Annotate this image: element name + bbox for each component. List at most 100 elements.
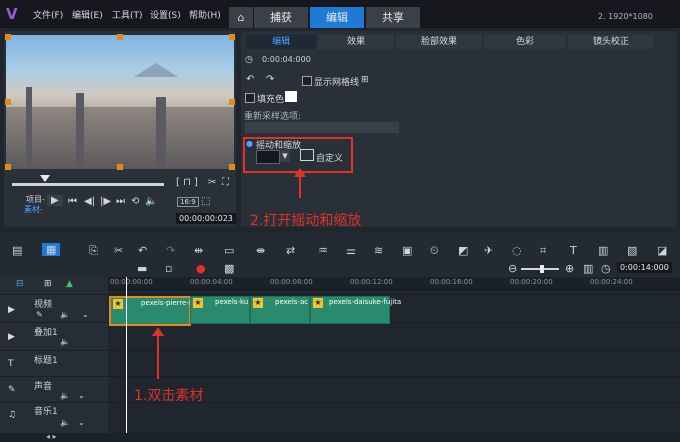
tab-options-edit[interactable]: 编辑 (246, 35, 316, 49)
home-icon[interactable]: ⌂ (229, 7, 253, 28)
home-start-icon[interactable]: ⏮ (68, 196, 77, 207)
zoom-in-icon[interactable]: ⊕ (565, 262, 574, 275)
scroll-left-icon[interactable]: ◂ ▸ (46, 432, 57, 441)
tab-options-effect[interactable]: 效果 (318, 35, 394, 49)
audio-mix-icon[interactable]: ⇄ (286, 244, 295, 257)
color-grade-icon[interactable]: ▥ (598, 244, 608, 257)
marker-icon[interactable]: ▲ (66, 279, 73, 289)
tab-options-face[interactable]: 脸部效果 (396, 35, 482, 49)
resample-select[interactable] (245, 122, 399, 133)
multicam-icon[interactable]: ▣ (402, 244, 412, 257)
track-icon[interactable]: ≋ (374, 244, 383, 257)
record-icon[interactable]: ▬ (137, 262, 147, 275)
scissors-icon[interactable]: ✂ (114, 244, 123, 257)
radio-dot[interactable]: ● (246, 139, 253, 148)
preview-video[interactable] (6, 35, 234, 169)
split-icon[interactable]: ✂ (208, 177, 216, 188)
tracking-icon[interactable]: ◌ (512, 244, 522, 257)
clip-mode[interactable]: 素材- (24, 204, 43, 215)
title-icon[interactable]: ▭ (224, 244, 234, 257)
snapshot-icon[interactable]: ▩ (224, 262, 234, 275)
preview-timecode[interactable]: 00:00:00:023 (176, 213, 236, 224)
volume-icon[interactable]: 🔈 (60, 337, 70, 346)
project-duration[interactable]: 0:00:14:000 (617, 262, 672, 273)
mic-icon[interactable]: ● (196, 262, 206, 275)
export-icon[interactable]: ▧ (627, 244, 637, 257)
mixer-icon[interactable]: ♒ (318, 244, 328, 257)
crop-handle[interactable] (117, 34, 123, 40)
trim-icon[interactable]: [ ⊓ ] (176, 177, 198, 188)
chevron-down-icon[interactable]: ⌄ (78, 418, 85, 427)
fullscreen-icon[interactable]: ◪ (657, 244, 667, 257)
edit-icon[interactable]: ✎ (36, 310, 43, 319)
crop-handle[interactable] (5, 34, 11, 40)
menu-settings[interactable]: 设置(S) (150, 8, 181, 21)
prev-frame-icon[interactable]: ◀| (84, 196, 95, 207)
rotate-left-icon[interactable]: ↶ (246, 74, 254, 85)
pan-zoom-preset[interactable] (256, 150, 280, 164)
redo-icon[interactable]: ↷ (166, 244, 175, 257)
resolution-select-icon[interactable]: ⬚ (201, 196, 210, 207)
volume-icon[interactable]: 🔈 (145, 196, 157, 207)
track-manager-icon[interactable]: ⊟ (16, 279, 24, 289)
custom-button[interactable]: 自定义 (316, 151, 343, 164)
menu-help[interactable]: 帮助(H) (189, 8, 221, 21)
motion-icon[interactable]: ✈ (484, 244, 493, 257)
tab-options-lens[interactable]: 镜头校正 (568, 35, 654, 49)
crop-handle[interactable] (229, 164, 235, 170)
split-icon[interactable]: ⇹ (194, 244, 203, 257)
waveform-icon[interactable]: ⚌ (346, 244, 356, 257)
zoom-out-icon[interactable]: ⊖ (508, 262, 517, 275)
menu-file[interactable]: 文件(F) (33, 8, 63, 21)
crop-handle[interactable] (229, 34, 235, 40)
undo-icon[interactable]: ↶ (138, 244, 147, 257)
play-icon[interactable]: ▶ (47, 195, 63, 206)
chapter-icon[interactable]: ⊞ (44, 279, 52, 289)
chevron-down-icon[interactable]: ▼ (280, 150, 290, 162)
fill-color-checkbox[interactable] (245, 93, 255, 103)
scrubber-bar[interactable] (12, 183, 164, 186)
fill-color-swatch[interactable] (285, 91, 297, 102)
tab-options-color[interactable]: 色彩 (484, 35, 566, 49)
timeline-view-icon[interactable]: ▦ (42, 243, 61, 256)
crop-handle[interactable] (5, 164, 11, 170)
video-clip[interactable]: ★ pexels-ac (250, 296, 310, 324)
rotate-right-icon[interactable]: ↷ (266, 74, 274, 85)
custom-icon[interactable] (300, 149, 314, 161)
audio-icon[interactable]: ⇼ (256, 244, 265, 257)
zoom-slider-knob[interactable] (540, 265, 544, 273)
3d-title-icon[interactable]: T (570, 244, 577, 257)
duration-field[interactable]: 0:00:04:000 (262, 55, 311, 64)
speed-icon[interactable]: ⏲ (430, 244, 439, 258)
menu-tools[interactable]: 工具(T) (112, 8, 143, 21)
aspect-ratio[interactable]: 16:9 (177, 197, 199, 207)
video-clip[interactable]: ★ pexels-daisuke-fujita (310, 296, 401, 324)
tab-share[interactable]: 共享 (366, 7, 420, 28)
end-icon[interactable]: ⏭ (116, 196, 125, 207)
video-clip[interactable]: ★ pexels-pierre-l (109, 296, 191, 326)
chevron-down-icon[interactable]: ⌄ (78, 391, 85, 400)
stabilize-icon[interactable]: ⌗ (540, 244, 546, 258)
video-clip[interactable]: ★ pexels-ku (190, 296, 250, 324)
volume-icon[interactable]: 🔈 (60, 391, 70, 400)
timeline-scrollbar[interactable] (0, 433, 680, 442)
show-grid-checkbox[interactable] (302, 76, 312, 86)
crop-handle[interactable] (117, 164, 123, 170)
tab-capture[interactable]: 捕获 (254, 7, 308, 28)
capture-icon[interactable]: ▫ (165, 262, 172, 275)
mask-icon[interactable]: ◩ (458, 244, 468, 257)
fit-icon[interactable]: ▥ (583, 262, 593, 275)
expand-icon[interactable]: ⛶ (222, 177, 229, 188)
chevron-down-icon[interactable]: ⌄ (82, 310, 89, 319)
grid-icon[interactable]: ⊞ (361, 75, 369, 85)
menu-edit[interactable]: 编辑(E) (72, 8, 103, 21)
paste-icon[interactable]: ⎘ (89, 244, 98, 258)
storyboard-icon[interactable]: ▤ (12, 244, 22, 257)
scrubber-knob[interactable] (40, 175, 50, 182)
tab-edit[interactable]: 编辑 (310, 7, 364, 28)
playhead[interactable] (126, 277, 127, 435)
volume-icon[interactable]: 🔈 (60, 418, 70, 427)
repeat-icon[interactable]: ⟲ (131, 196, 139, 207)
crop-handle[interactable] (5, 99, 11, 105)
volume-icon[interactable]: 🔈 (60, 310, 70, 319)
